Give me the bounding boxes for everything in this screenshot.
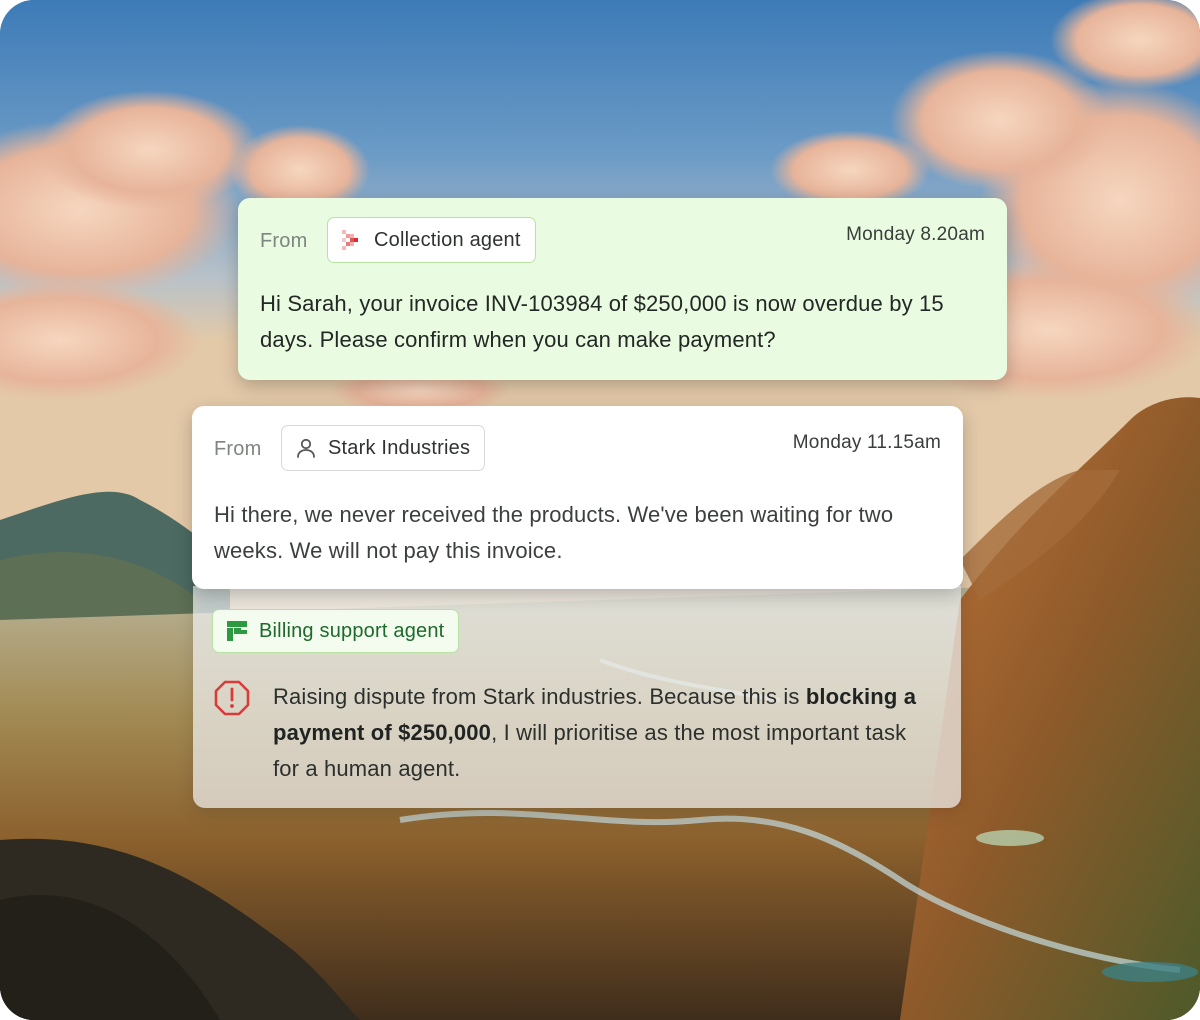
billing-agent-name: Billing support agent	[259, 619, 445, 642]
alert-message: Raising dispute from Stark industries. B…	[273, 679, 921, 787]
collection-agent-message-card: From Collection agent Monday 8.20am Hi S…	[238, 198, 1007, 380]
collection-message-text: Hi Sarah, your invoice INV-103984 of $25…	[260, 291, 944, 352]
from-label: From	[260, 230, 308, 252]
stark-industries-message-card: From Stark Industries Monday 11.15am Hi …	[192, 406, 963, 589]
from-label: From	[214, 438, 262, 460]
page-canvas: Billing support agent Raising dispute fr…	[0, 0, 1200, 1020]
alert-octagon-icon	[213, 679, 251, 717]
stark-message-text: Hi there, we never received the products…	[214, 502, 894, 563]
billing-support-card: Billing support agent Raising dispute fr…	[193, 586, 961, 808]
stark-industries-chip[interactable]: Stark Industries	[281, 425, 486, 471]
message-timestamp: Monday 8.20am	[846, 224, 985, 245]
person-icon	[294, 436, 318, 460]
collection-agent-logo-icon	[340, 228, 364, 252]
dispute-alert: Raising dispute from Stark industries. B…	[213, 679, 921, 787]
billing-support-agent-chip[interactable]: Billing support agent	[212, 609, 460, 653]
alert-text-before: Raising dispute from Stark industries. B…	[273, 684, 806, 709]
billing-agent-logo-icon	[225, 619, 249, 643]
stark-industries-name: Stark Industries	[328, 436, 471, 459]
collection-agent-name: Collection agent	[374, 228, 521, 251]
collection-agent-chip[interactable]: Collection agent	[327, 217, 536, 263]
message-timestamp: Monday 11.15am	[792, 432, 941, 453]
